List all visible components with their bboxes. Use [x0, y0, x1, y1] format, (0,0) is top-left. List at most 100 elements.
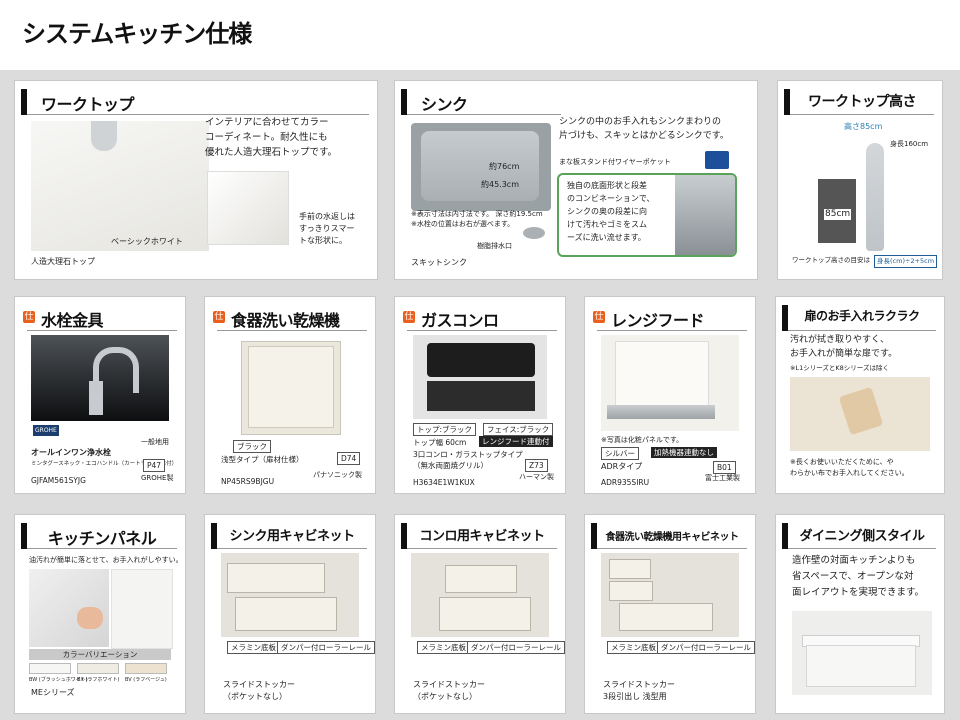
sink-basin: [421, 131, 539, 201]
card-title: 扉のお手入れラクラク: [804, 309, 920, 323]
model: ADR935SIRU: [601, 478, 650, 487]
worktop-card: ワークトップ インテリアに合わせてカラー コーディネート。耐久性にも 優れた人造…: [14, 80, 378, 280]
worktop-photo: [31, 121, 209, 251]
card-header: キッチンパネル: [15, 523, 185, 549]
cabinet-photo: [411, 553, 549, 637]
caption-line: スライドストッカー: [603, 680, 675, 689]
header-rule: [407, 330, 557, 331]
desc-line: インテリアに合わせてカラー: [205, 117, 329, 128]
desc-line: 面レイアウトを実現できます。: [792, 587, 925, 598]
height-label: 高さ85cm: [844, 122, 883, 131]
panel-photo: [29, 569, 109, 647]
hood-photo: [601, 335, 739, 431]
hood-card: 仕 レンジフード ※写真は化粧パネルです。 シルバー 加熱機器連動なし ADRタ…: [584, 296, 756, 494]
stove-cabinet-card: コンロ用キャビネット メラミン底板 ダンパー付ローラーレール スライドストッカー…: [394, 514, 566, 714]
drain-label: 樹脂排水口: [477, 242, 512, 250]
option-icon: 仕: [593, 311, 605, 323]
top-tag: トップ:ブラック: [413, 423, 477, 436]
panel-texture: [111, 569, 173, 649]
door-photo: [790, 377, 930, 451]
note-line: 手前の水返しは: [299, 212, 355, 221]
width-label: トップ幅 60cm: [413, 438, 467, 447]
swatch-row: BW (ブラッシュホワイト) BX (ラフホワイト) BV (ラフベージュ): [29, 661, 171, 687]
drawer-middle: [609, 581, 653, 601]
card-header: 扉のお手入れラクラク: [776, 305, 944, 331]
option-icon: 仕: [403, 311, 415, 323]
desc-line: 省スペースで、オープンな対: [792, 571, 914, 582]
grohe-badge: GROHE: [33, 425, 59, 436]
rail-tag: ダンパー付ローラーレール: [277, 641, 375, 654]
option-icon: 仕: [213, 311, 225, 323]
card-header: 仕 レンジフード: [585, 305, 755, 331]
height-card: ワークトップ高さ 高さ85cm 身長160cm 85cm ワークトップ高さの目安…: [777, 80, 943, 280]
drawer-lower: [235, 597, 337, 631]
dw-cabinet-card: 食器洗い乾燥機用キャビネット メラミン底板 ダンパー付ローラーレール スライドス…: [584, 514, 756, 714]
card-title: ワークトップ高さ: [808, 94, 917, 110]
swatch-chip: [125, 663, 167, 674]
cabinet-caption: スライドストッカー （ポケットなし）: [223, 679, 295, 703]
height-value: 85cm: [824, 209, 852, 220]
header-rule: [27, 548, 177, 549]
bottom-board-tag: メラミン底板: [417, 641, 470, 654]
faucet-reflection: [91, 121, 117, 151]
drawer-lower: [439, 597, 531, 631]
card-title: シンク: [421, 95, 468, 114]
drawer-top: [609, 559, 651, 579]
card-header: ワークトップ: [15, 89, 377, 115]
card-header: 食器洗い乾燥機用キャビネット: [585, 523, 755, 549]
panel-series: MEシリーズ: [31, 688, 75, 697]
faucet-name: オールインワン浄水栓: [31, 448, 111, 457]
variation-label: カラーバリエーション: [29, 649, 171, 660]
card-header: 仕 食器洗い乾燥機: [205, 305, 375, 331]
feature-line: ーズに洗い流せます。: [567, 233, 646, 242]
desc-line: 汚れが拭き取りやすく、: [790, 335, 890, 345]
hood-panel: [615, 341, 709, 407]
worktop-desc: インテリアに合わせてカラー コーディネート。耐久性にも 優れた人造大理石トップで…: [205, 115, 337, 160]
bottom-board-tag: メラミン底板: [227, 641, 280, 654]
sink-width: 約76cm: [489, 162, 520, 171]
stove-name: 3口コンロ・ガラストップタイプ: [413, 450, 523, 459]
feature-photo: [675, 175, 735, 255]
edge-photo: [207, 171, 289, 245]
color-tag: シルバー: [601, 447, 639, 460]
header-rule: [788, 330, 936, 331]
caption-line: スライドストッカー: [413, 680, 485, 689]
wipe-hand-icon: [77, 607, 103, 629]
door-note: ※長くお使いいただくために、や わらかい布でお手入れしてください。: [790, 457, 909, 479]
worktop-caption: 人造大理石トップ: [31, 257, 95, 266]
note-line: トな形状に。: [299, 236, 347, 245]
header-rule: [790, 114, 934, 115]
card-title: ガスコンロ: [421, 311, 499, 330]
dining-photo: [792, 611, 932, 695]
header-rule: [217, 330, 367, 331]
counter-body: [806, 645, 916, 687]
model: NP45RS9BJGU: [221, 477, 275, 486]
card-title: キッチンパネル: [47, 529, 157, 548]
card-title: 食器洗い乾燥機: [231, 311, 340, 330]
sink-depth: 約45.3cm: [481, 180, 520, 189]
feature-text: 独自の底面形状と段差 のコンビネーションで、 シンクの奥の段差に向 けて汚れやゴ…: [567, 179, 655, 244]
caption-line: （ポケットなし）: [223, 692, 287, 701]
cabinet-caption: スライドストッカー （ポケットなし）: [413, 679, 485, 703]
color-swatch: BV (ラフベージュ): [125, 663, 171, 685]
card-header: ワークトップ高さ: [778, 89, 942, 115]
header-rule: [407, 114, 561, 115]
drawer-upper: [445, 565, 517, 593]
code-tag: P47: [143, 459, 166, 472]
link-tag: レンジフード連動付: [479, 436, 553, 447]
panel-card: キッチンパネル 油汚れが簡単に落とせて、お手入れがしやすい。 カラーバリエーショ…: [14, 514, 186, 714]
panel-desc: 油汚れが簡単に落とせて、お手入れがしやすい。: [29, 556, 183, 564]
swatch-chip: [29, 663, 71, 674]
header-rule: [597, 548, 747, 549]
swatch-label: BW (ブラッシュホワイト): [29, 677, 88, 683]
code-tag: Z73: [525, 459, 548, 472]
header-rule: [407, 548, 557, 549]
caption-line: 3段引出し 浅型用: [603, 692, 667, 701]
door-exclude: ※L1シリーズとK8シリーズは除く: [790, 364, 889, 372]
rail-tag: ダンパー付ローラーレール: [657, 641, 755, 654]
card-title: ダイニング側スタイル: [799, 529, 925, 544]
color-swatch: BW (ブラッシュホワイト): [29, 663, 88, 685]
card-title: ワークトップ: [41, 95, 135, 114]
dishwasher-panel: [248, 346, 334, 428]
desc-line: コーディネート。耐久性にも: [205, 132, 328, 143]
